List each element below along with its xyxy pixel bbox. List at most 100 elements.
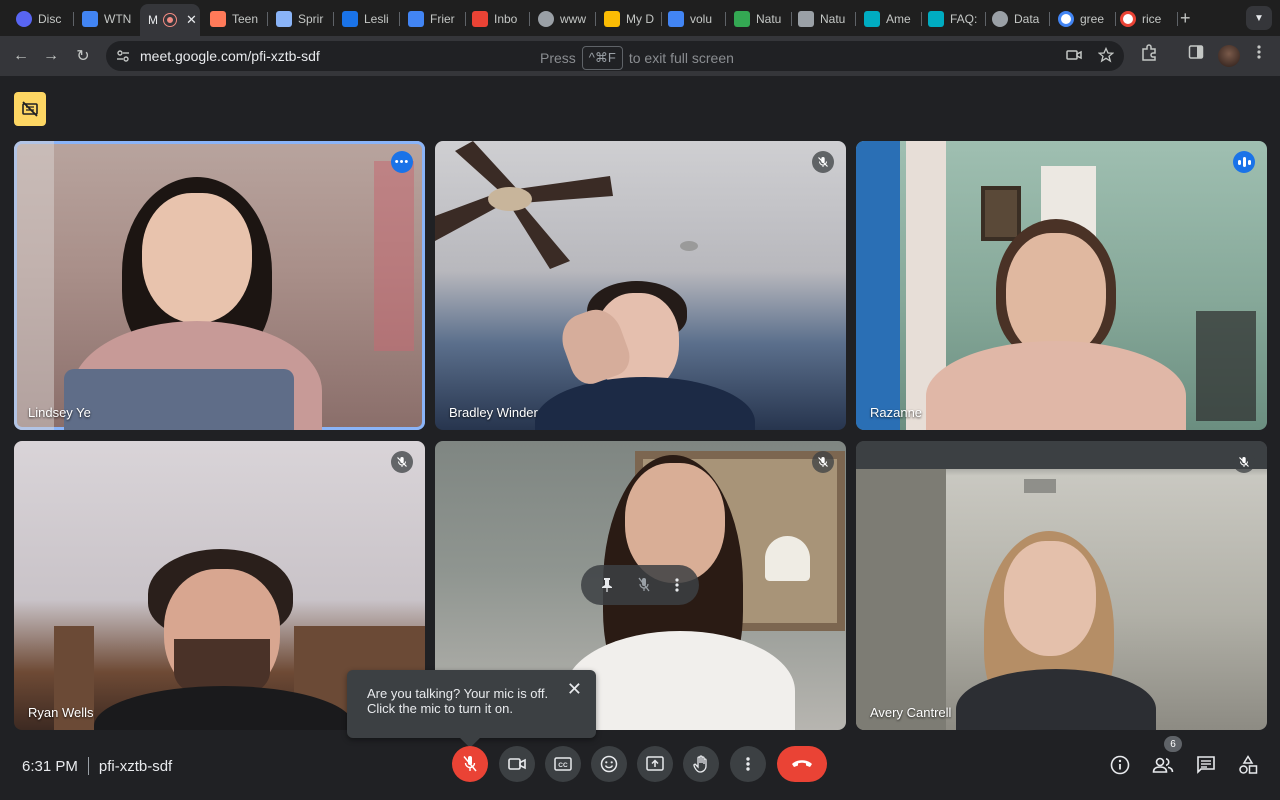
tab-favicon-icon <box>210 11 226 27</box>
browser-tab[interactable]: FAQ: <box>922 6 986 32</box>
profile-avatar[interactable] <box>1218 45 1240 67</box>
kebab-menu-icon[interactable] <box>1256 44 1262 60</box>
gmail-icon <box>472 11 488 27</box>
muted-indicator <box>812 451 834 473</box>
participant-tile-razanne[interactable]: Razanne <box>856 141 1267 430</box>
browser-tab[interactable]: www <box>532 6 596 32</box>
globe-icon <box>538 11 554 27</box>
tile-hover-controls <box>581 565 699 605</box>
mic-off-icon <box>463 756 477 772</box>
browser-tab[interactable]: Teen <box>204 6 268 32</box>
browser-tab[interactable]: Data <box>986 6 1050 32</box>
calendar-icon <box>82 11 98 27</box>
muted-indicator <box>391 451 413 473</box>
browser-tab[interactable]: rice <box>1114 6 1178 32</box>
raise-hand-button[interactable] <box>683 746 719 782</box>
meeting-info: 6:31 PM pfi-xztb-sdf <box>22 757 172 775</box>
toast-line-1: Are you talking? Your mic is off. <box>367 686 549 701</box>
ceiling-fan <box>435 141 613 269</box>
reload-button[interactable]: ↻ <box>72 45 94 67</box>
reload-icon: ↻ <box>76 48 90 65</box>
people-button[interactable] <box>1151 753 1175 777</box>
more-vert-icon <box>746 757 750 771</box>
close-toast-button[interactable]: ✕ <box>567 680 582 698</box>
browser-tab-active[interactable]: M ✕ <box>140 4 200 36</box>
browser-tab[interactable]: Inbo <box>466 6 530 32</box>
microphone-button[interactable] <box>452 746 488 782</box>
more-options-button[interactable] <box>730 746 766 782</box>
more-options-button[interactable]: ••• <box>391 151 413 173</box>
meeting-time: 6:31 PM <box>22 757 78 775</box>
effects-off-icon <box>22 101 38 117</box>
site-settings-icon[interactable] <box>116 49 130 63</box>
meeting-code: pfi-xztb-sdf <box>98 757 173 775</box>
extensions-icon[interactable] <box>1140 44 1158 62</box>
chevron-down-icon: ▼ <box>1254 12 1264 24</box>
camera-icon[interactable] <box>1066 47 1082 63</box>
browser-tab[interactable]: gree <box>1052 6 1116 32</box>
browser-tab[interactable]: WTN <box>76 6 140 32</box>
browser-tab[interactable]: Ame <box>858 6 922 32</box>
tab-favicon-icon <box>798 11 814 27</box>
browser-tab[interactable]: volu <box>662 6 726 32</box>
leave-call-button[interactable] <box>777 746 827 782</box>
mic-off-icon <box>397 457 407 467</box>
forward-button[interactable]: → <box>40 45 62 67</box>
globe-icon <box>992 11 1008 27</box>
browser-tab[interactable]: Natu <box>728 6 792 32</box>
arrow-right-icon: → <box>43 47 59 64</box>
docs-icon <box>668 11 684 27</box>
info-icon <box>1110 755 1130 775</box>
hang-up-icon <box>792 760 812 767</box>
browser-tab[interactable]: Frier <box>402 6 466 32</box>
browser-tab-strip: Disc WTN M ✕ Teen Sprir Lesli Frier Inbo … <box>0 0 1280 36</box>
google-icon <box>1058 11 1074 27</box>
arrow-left-icon: ← <box>13 47 29 64</box>
browser-tab[interactable]: Lesli <box>336 6 400 32</box>
pin-icon[interactable] <box>600 577 614 593</box>
browser-tab[interactable]: Disc <box>10 6 74 32</box>
mic-off-icon <box>818 457 828 467</box>
mic-off-icon <box>818 157 828 167</box>
new-tab-button[interactable]: + <box>1180 8 1191 29</box>
captions-button[interactable]: CC <box>545 746 581 782</box>
participant-tile-lindsey[interactable]: Lindsey Ye ••• <box>14 141 425 430</box>
present-screen-button[interactable] <box>637 746 673 782</box>
tab-favicon-icon <box>928 11 944 27</box>
url-text[interactable]: meet.google.com/pfi-xztb-sdf <box>140 48 320 64</box>
muted-indicator <box>1233 451 1255 473</box>
participant-tile-bradley[interactable]: Bradley Winder <box>435 141 846 430</box>
browser-tab[interactable]: Natu <box>792 6 856 32</box>
tab-search-button[interactable]: ▼ <box>1246 6 1272 30</box>
participant-name: Lindsey Ye <box>28 405 91 420</box>
meeting-details-button[interactable] <box>1108 753 1132 777</box>
video-camera-icon <box>508 758 526 770</box>
participant-tile-avery[interactable]: Avery Cantrell <box>856 441 1267 730</box>
hand-icon <box>693 755 707 773</box>
more-vert-icon[interactable] <box>674 577 680 593</box>
present-icon <box>646 756 664 771</box>
close-tab-icon[interactable]: ✕ <box>186 12 197 28</box>
participant-name: Avery Cantrell <box>870 705 952 720</box>
back-button[interactable]: ← <box>10 45 32 67</box>
visual-effects-button[interactable] <box>14 92 46 126</box>
mute-participant-icon[interactable] <box>637 577 651 593</box>
participant-name: Razanne <box>870 405 923 420</box>
chat-icon <box>1197 756 1215 774</box>
more-horizontal-icon: ••• <box>394 156 410 168</box>
activities-button[interactable] <box>1236 753 1260 777</box>
participant-name: Bradley Winder <box>449 405 538 420</box>
drive-icon <box>604 11 620 27</box>
chat-button[interactable] <box>1194 753 1218 777</box>
meet-main: Lindsey Ye ••• Bradley Winder Razanne Ry… <box>0 76 1280 800</box>
browser-tab[interactable]: Sprir <box>270 6 334 32</box>
mic-off-toast: Are you talking? Your mic is off. Click … <box>347 670 596 748</box>
svg-text:CC: CC <box>558 762 568 769</box>
star-icon[interactable] <box>1098 47 1114 63</box>
reactions-button[interactable] <box>591 746 627 782</box>
browser-tab[interactable]: My D <box>598 6 662 32</box>
shapes-icon <box>1239 755 1258 774</box>
camera-button[interactable] <box>499 746 535 782</box>
participant-count-badge: 6 <box>1164 736 1182 752</box>
side-panel-icon[interactable] <box>1188 44 1204 60</box>
